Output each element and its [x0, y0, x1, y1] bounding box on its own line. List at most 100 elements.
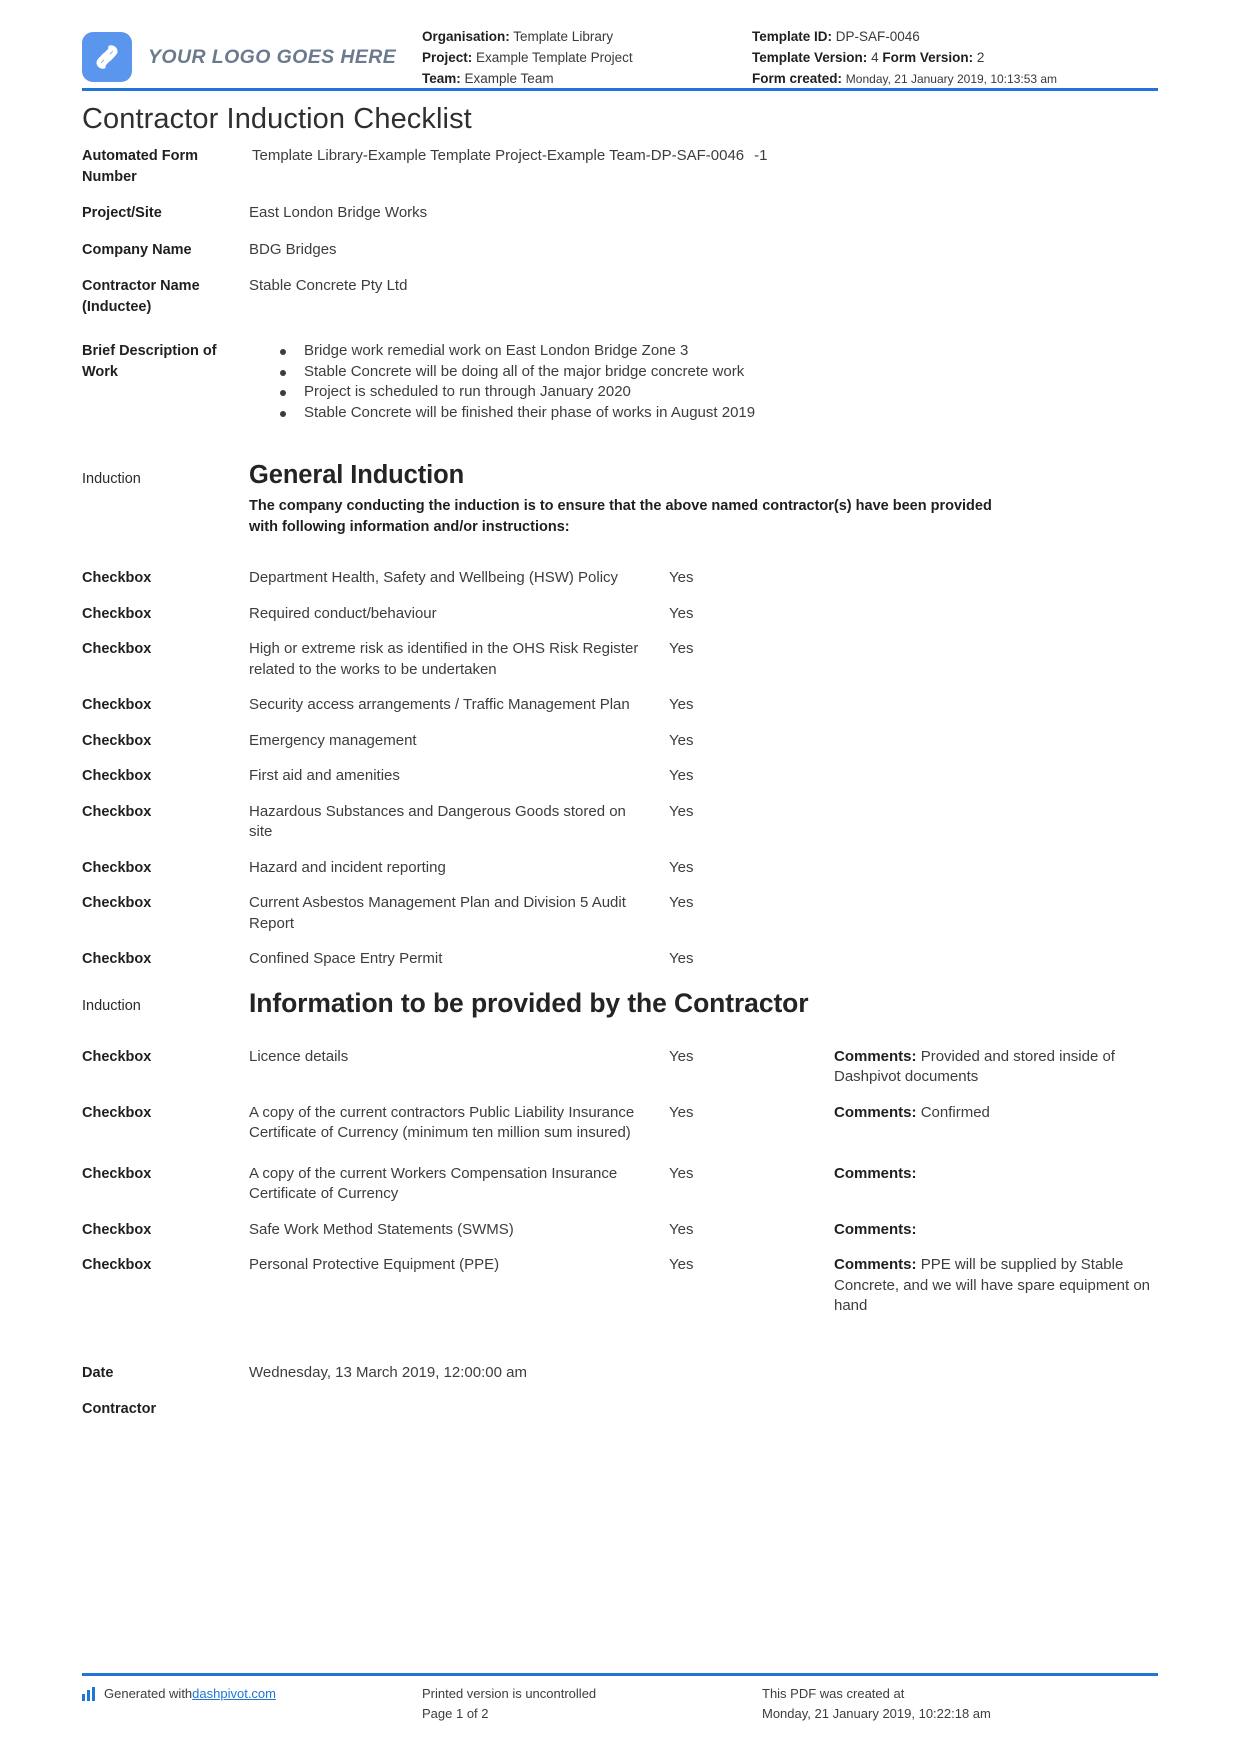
template-id-label: Template ID:: [752, 29, 833, 44]
organisation-line: Organisation: Template Library: [422, 26, 752, 47]
checkbox-answer: Yes: [669, 569, 694, 586]
contractor-name-label: Contractor Name (Inductee): [82, 278, 200, 315]
header-meta-left: Organisation: Template Library Project: …: [422, 20, 752, 89]
template-version-value: 4: [871, 50, 879, 65]
footer-divider: [82, 1673, 1158, 1676]
checkbox-comment: Comments: Confirmed: [834, 1103, 1158, 1124]
checkbox-description: Personal Protective Equipment (PPE): [249, 1256, 500, 1273]
checkbox-label: Checkbox: [82, 641, 152, 657]
table-row: Checkbox A copy of the current Workers C…: [82, 1164, 1158, 1205]
checkbox-description: Security access arrangements / Traffic M…: [249, 696, 630, 713]
template-version-label: Template Version:: [752, 50, 868, 65]
table-row: Checkbox Licence details Yes Comments: P…: [82, 1047, 1158, 1088]
checkbox-description: Department Health, Safety and Wellbeing …: [249, 569, 619, 586]
table-row: Checkbox Confined Space Entry Permit Yes: [82, 949, 1158, 970]
page-number: Page 1 of 2: [422, 1706, 489, 1721]
footer-created-at: This PDF was created at Monday, 21 Janua…: [762, 1684, 1158, 1724]
date-label: Date: [82, 1364, 114, 1381]
table-row: Checkbox A copy of the current contracto…: [82, 1103, 1158, 1144]
page-title: Contractor Induction Checklist: [82, 103, 472, 135]
table-row: Checkbox Security access arrangements / …: [82, 695, 1158, 716]
comments-value: Confirmed: [920, 1103, 990, 1121]
checkbox-answer: Yes: [669, 1047, 694, 1065]
checkbox-label: Checkbox: [82, 803, 152, 820]
table-row: Checkbox Current Asbestos Management Pla…: [82, 893, 1158, 934]
brief-description-list: Bridge work remedial work on East London…: [249, 341, 1158, 423]
checkbox-answer: Yes: [669, 604, 694, 622]
brief-description-value: Bridge work remedial work on East London…: [249, 341, 1158, 423]
date-value: Wednesday, 13 March 2019, 12:00:00 am: [249, 1363, 527, 1381]
checkbox-description: Emergency management: [249, 731, 417, 749]
contractor-info-heading: Information to be provided by the Contra…: [249, 987, 809, 1018]
uncontrolled-text: Printed version is uncontrolled: [422, 1686, 597, 1701]
general-induction-row-label: Induction: [82, 471, 141, 487]
document-page: YOUR LOGO GOES HERE Organisation: Templa…: [0, 0, 1240, 1754]
field-row-company-name: Company Name BDG Bridges: [82, 240, 1158, 261]
template-id-line: Template ID: DP-SAF-0046: [752, 26, 1158, 47]
company-name-value: BDG Bridges: [249, 240, 337, 258]
checkbox-answer: Yes: [669, 731, 694, 749]
footer-generated-with: Generated with dashpivot.com: [82, 1684, 422, 1724]
checkbox-description: A copy of the current Workers Compensati…: [249, 1164, 618, 1203]
table-row: Checkbox Department Health, Safety and W…: [82, 568, 1158, 589]
checkbox-label: Checkbox: [82, 570, 152, 586]
checkbox-answer: Yes: [669, 640, 694, 657]
table-row: Checkbox High or extreme risk as identif…: [82, 639, 1158, 680]
template-id-value: DP-SAF-0046: [835, 29, 920, 44]
team-value: Example Team: [464, 71, 554, 86]
checkbox-label: Checkbox: [82, 895, 152, 911]
dashpivot-link[interactable]: dashpivot.com: [192, 1684, 276, 1704]
form-version-value: 2: [976, 50, 985, 65]
checkbox-description: First aid and amenities: [249, 767, 400, 784]
footer-print-notice: Printed version is uncontrolled Page 1 o…: [422, 1684, 762, 1724]
checkbox-label: Checkbox: [82, 1257, 152, 1273]
table-row: Checkbox Required conduct/behaviour Yes: [82, 604, 1158, 625]
checkbox-description: Hazard and incident reporting: [249, 858, 446, 876]
automated-form-number-suffix: -1: [754, 147, 768, 164]
table-row: Checkbox Safe Work Method Statements (SW…: [82, 1220, 1158, 1241]
checkbox-answer: Yes: [669, 1220, 694, 1238]
created-at-label: This PDF was created at: [762, 1686, 905, 1701]
checkbox-answer: Yes: [669, 950, 694, 967]
team-line: Team: Example Team: [422, 68, 752, 89]
field-row-project-site: Project/Site East London Bridge Works: [82, 203, 1158, 224]
brief-description-label: Brief Description of Work: [82, 343, 217, 380]
checkbox-description: A copy of the current contractors Public…: [249, 1103, 635, 1142]
table-row: Checkbox Emergency management Yes: [82, 731, 1158, 752]
checkbox-answer: Yes: [669, 1164, 694, 1182]
field-row-date: Date Wednesday, 13 March 2019, 12:00:00 …: [82, 1363, 1158, 1384]
checkbox-answer: Yes: [669, 894, 694, 911]
checkbox-answer: Yes: [669, 1103, 694, 1121]
document-footer: Generated with dashpivot.com Printed ver…: [82, 1667, 1158, 1724]
version-line: Template Version: 4 Form Version: 2: [752, 47, 1158, 68]
checkbox-answer: Yes: [669, 858, 694, 876]
checkbox-comment: Comments: PPE will be supplied by Stable…: [834, 1255, 1158, 1317]
comments-label: Comments:: [834, 1256, 917, 1273]
created-at-value: Monday, 21 January 2019, 10:22:18 am: [762, 1706, 991, 1721]
project-line: Project: Example Template Project: [422, 47, 752, 68]
field-row-automated-form-number: Automated Form Number Template Library-E…: [82, 146, 1158, 187]
organisation-value: Template Library: [513, 29, 614, 44]
checkbox-label: Checkbox: [82, 1221, 152, 1238]
comments-label: Comments:: [834, 1220, 917, 1238]
project-label: Project:: [422, 50, 473, 65]
checkbox-label: Checkbox: [82, 697, 152, 713]
table-row: Checkbox Hazard and incident reporting Y…: [82, 858, 1158, 879]
checkbox-description: High or extreme risk as identified in th…: [249, 640, 639, 678]
checkbox-description: Hazardous Substances and Dangerous Goods…: [249, 802, 626, 841]
organisation-label: Organisation:: [422, 29, 510, 44]
header-meta-right: Template ID: DP-SAF-0046 Template Versio…: [752, 20, 1158, 90]
field-row-contractor-name: Contractor Name (Inductee) Stable Concre…: [82, 276, 1158, 317]
checkbox-answer: Yes: [669, 767, 694, 784]
contractor-signoff-label: Contractor: [82, 1401, 157, 1417]
checkbox-description: Confined Space Entry Permit: [249, 950, 443, 967]
table-row: Checkbox Personal Protective Equipment (…: [82, 1255, 1158, 1317]
table-row: Checkbox First aid and amenities Yes: [82, 766, 1158, 787]
comments-label: Comments:: [834, 1047, 917, 1065]
checkbox-description: Current Asbestos Management Plan and Div…: [249, 894, 626, 932]
checkbox-label: Checkbox: [82, 1165, 152, 1182]
list-item: Bridge work remedial work on East London…: [280, 341, 1158, 362]
list-item: Project is scheduled to run through Janu…: [280, 382, 1158, 403]
checkbox-description: Safe Work Method Statements (SWMS): [249, 1220, 514, 1238]
list-item: Stable Concrete will be finished their p…: [280, 403, 1158, 424]
